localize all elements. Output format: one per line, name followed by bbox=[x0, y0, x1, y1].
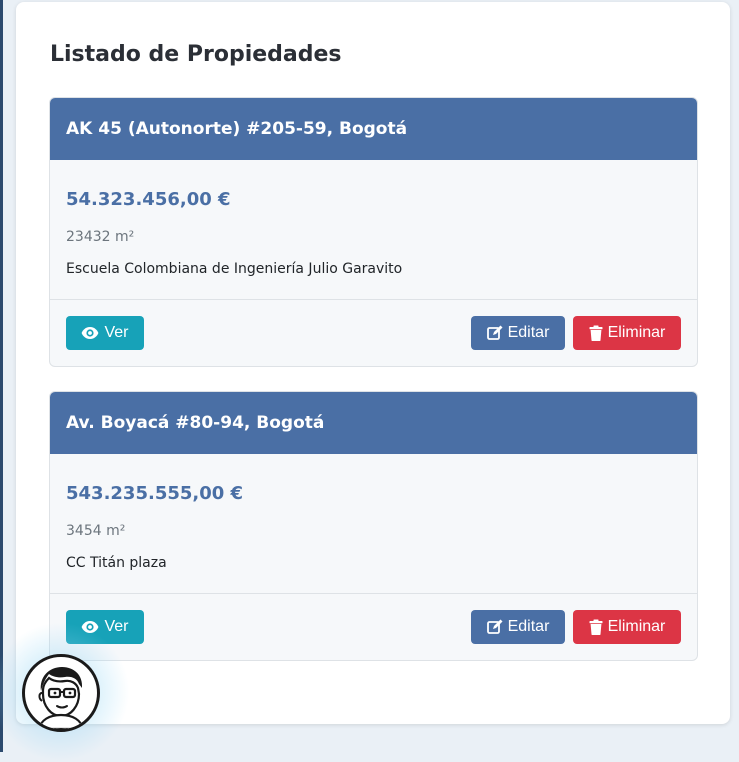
property-description: Escuela Colombiana de Ingeniería Julio G… bbox=[66, 261, 403, 277]
page-title: Listado de Propiedades bbox=[50, 42, 342, 67]
property-card-footer: Ver Editar Eliminar bbox=[50, 593, 697, 660]
edit-icon bbox=[486, 325, 503, 340]
property-card: Av. Boyacá #80-94, Bogotá 543.235.555,00… bbox=[49, 391, 698, 661]
delete-button-label: Eliminar bbox=[607, 618, 666, 635]
property-card: AK 45 (Autonorte) #205-59, Bogotá 54.323… bbox=[49, 97, 698, 367]
avatar-icon bbox=[37, 667, 85, 729]
edit-icon bbox=[486, 619, 503, 634]
delete-button[interactable]: Eliminar bbox=[573, 316, 681, 350]
edit-button[interactable]: Editar bbox=[471, 316, 565, 350]
property-card-footer: Ver Editar Eliminar bbox=[50, 299, 697, 366]
view-button-label: Ver bbox=[104, 324, 129, 341]
trash-icon bbox=[589, 619, 603, 635]
view-button-label: Ver bbox=[104, 618, 129, 635]
property-card-body: 54.323.456,00 € 23432 m² Escuela Colombi… bbox=[50, 160, 697, 299]
property-area: 23432 m² bbox=[66, 229, 135, 245]
property-price: 543.235.555,00 € bbox=[66, 483, 244, 504]
view-button[interactable]: Ver bbox=[66, 316, 144, 350]
property-price: 54.323.456,00 € bbox=[66, 189, 231, 210]
property-area: 3454 m² bbox=[66, 523, 126, 539]
property-address: AK 45 (Autonorte) #205-59, Bogotá bbox=[50, 98, 697, 160]
delete-button-label: Eliminar bbox=[607, 324, 666, 341]
property-card-body: 543.235.555,00 € 3454 m² CC Titán plaza bbox=[50, 454, 697, 593]
avatar-button[interactable] bbox=[22, 654, 100, 732]
properties-panel: Listado de Propiedades AK 45 (Autonorte)… bbox=[16, 2, 730, 724]
property-address: Av. Boyacá #80-94, Bogotá bbox=[50, 392, 697, 454]
edit-button-label: Editar bbox=[507, 618, 550, 635]
property-description: CC Titán plaza bbox=[66, 555, 167, 571]
trash-icon bbox=[589, 325, 603, 341]
delete-button[interactable]: Eliminar bbox=[573, 610, 681, 644]
edit-button[interactable]: Editar bbox=[471, 610, 565, 644]
window-left-edge bbox=[0, 0, 3, 752]
edit-button-label: Editar bbox=[507, 324, 550, 341]
eye-icon bbox=[82, 327, 99, 339]
